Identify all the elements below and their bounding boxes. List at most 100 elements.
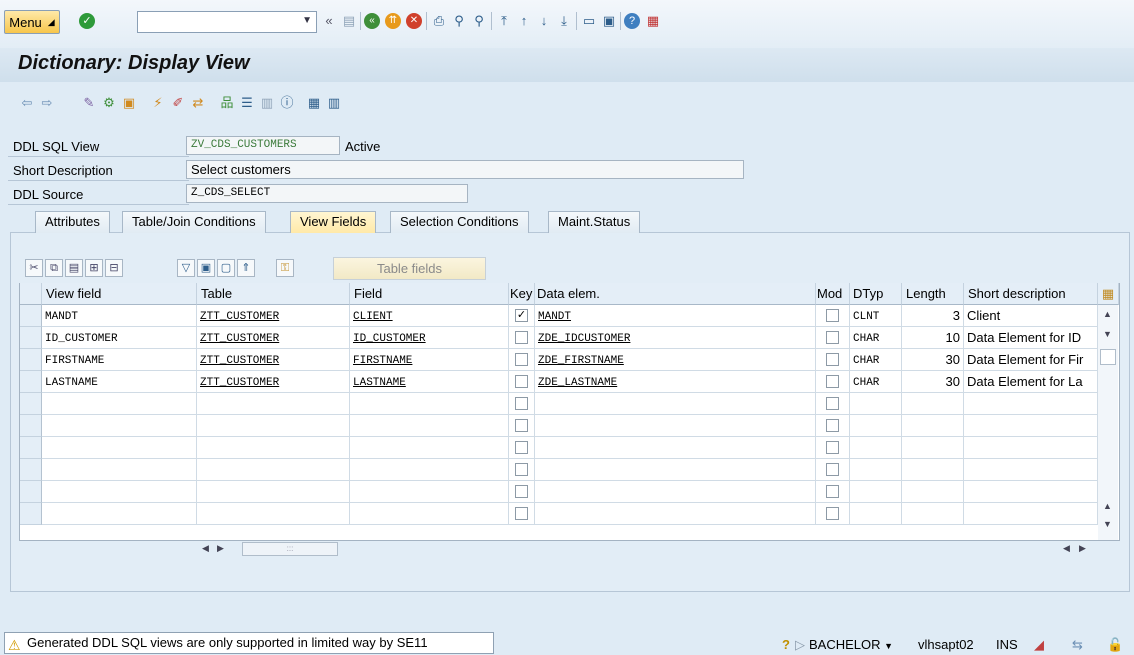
tab-maint-status[interactable]: Maint.Status xyxy=(548,211,641,233)
cell-view-field[interactable] xyxy=(42,481,197,503)
find-next-icon[interactable]: ⚲ xyxy=(470,12,488,30)
col-header-view-field[interactable]: View field xyxy=(42,283,197,305)
cell-field[interactable]: FIRSTNAME xyxy=(350,349,509,371)
back-icon[interactable]: « xyxy=(364,13,380,29)
cell-short-description[interactable] xyxy=(964,415,1098,437)
enter-check-icon[interactable]: ✓ xyxy=(79,13,95,29)
col-header-table[interactable]: Table xyxy=(197,283,350,305)
scroll-up-lower-icon[interactable]: ▲ xyxy=(1103,501,1112,511)
cell-dtyp[interactable]: CHAR xyxy=(850,327,902,349)
cell-table[interactable]: ZTT_CUSTOMER xyxy=(197,371,350,393)
vertical-scrollbar[interactable]: ▲ ▼ ▲ ▼ xyxy=(1098,305,1118,540)
cell-mod[interactable] xyxy=(816,503,850,525)
tab-attributes[interactable]: Attributes xyxy=(35,211,110,233)
short-description-field[interactable]: Select customers xyxy=(186,160,744,179)
cell-table[interactable]: ZTT_CUSTOMER xyxy=(197,349,350,371)
mod-checkbox[interactable] xyxy=(826,353,839,366)
status-message[interactable]: ⚠ Generated DDL SQL views are only suppor… xyxy=(4,632,494,654)
cell-short-description[interactable]: Client xyxy=(964,305,1098,327)
select-all-icon[interactable]: ▽ xyxy=(177,259,195,277)
cell-length[interactable]: 10 xyxy=(902,327,964,349)
cell-mod[interactable] xyxy=(816,481,850,503)
technical-settings-icon[interactable]: ▦ xyxy=(305,94,323,112)
cell-field[interactable]: ID_CUSTOMER xyxy=(350,327,509,349)
cell-table[interactable] xyxy=(197,393,350,415)
cell-key[interactable] xyxy=(509,327,535,349)
shortcut-icon[interactable]: ▣ xyxy=(600,12,618,30)
cell-dtyp[interactable]: CLNT xyxy=(850,305,902,327)
row-selector[interactable] xyxy=(20,415,42,437)
cell-mod[interactable] xyxy=(816,305,850,327)
tab-table-join-conditions[interactable]: Table/Join Conditions xyxy=(122,211,266,233)
key-checkbox[interactable] xyxy=(515,419,528,432)
table-icon[interactable]: ▥ xyxy=(258,94,276,112)
cell-short-description[interactable] xyxy=(964,481,1098,503)
cell-view-field[interactable]: ID_CUSTOMER xyxy=(42,327,197,349)
cell-view-field[interactable] xyxy=(42,437,197,459)
cell-field[interactable] xyxy=(350,415,509,437)
cell-short-description[interactable] xyxy=(964,437,1098,459)
row-selector[interactable] xyxy=(20,349,42,371)
lock-icon[interactable]: 🔓 xyxy=(1107,637,1123,653)
cell-data-elem[interactable]: ZDE_FIRSTNAME xyxy=(535,349,816,371)
cell-length[interactable]: 30 xyxy=(902,349,964,371)
cell-short-description[interactable]: Data Element for ID xyxy=(964,327,1098,349)
mod-checkbox[interactable] xyxy=(826,485,839,498)
col-header-key[interactable]: Key xyxy=(509,283,535,305)
cell-length[interactable] xyxy=(902,503,964,525)
previous-page-icon[interactable]: ↑ xyxy=(515,12,533,30)
col-header-field[interactable]: Field xyxy=(350,283,509,305)
key-checkbox[interactable]: ✓ xyxy=(515,309,528,322)
cell-key[interactable] xyxy=(509,481,535,503)
row-selector[interactable] xyxy=(20,459,42,481)
cell-dtyp[interactable]: CHAR xyxy=(850,349,902,371)
horizontal-scrollbar[interactable]: ◀ ▶ ::: ◀ ▶ xyxy=(200,541,1098,558)
cell-mod[interactable] xyxy=(816,459,850,481)
info-icon[interactable]: ⓘ xyxy=(278,94,296,112)
cell-view-field[interactable] xyxy=(42,459,197,481)
key-checkbox[interactable] xyxy=(515,507,528,520)
key-checkbox[interactable] xyxy=(515,353,528,366)
command-dropdown-icon[interactable]: ▼ xyxy=(302,15,312,26)
ddl-source-field[interactable]: Z_CDS_SELECT xyxy=(186,184,468,203)
cell-table[interactable]: ZTT_CUSTOMER xyxy=(197,327,350,349)
cell-field[interactable] xyxy=(350,437,509,459)
cell-length[interactable] xyxy=(902,415,964,437)
cell-key[interactable] xyxy=(509,503,535,525)
cell-mod[interactable] xyxy=(816,371,850,393)
cell-view-field[interactable]: MANDT xyxy=(42,305,197,327)
copy-icon[interactable]: ⧉ xyxy=(45,259,63,277)
cell-data-elem[interactable]: ZDE_LASTNAME xyxy=(535,371,816,393)
next-page-icon[interactable]: ↓ xyxy=(535,12,553,30)
row-selector[interactable] xyxy=(20,481,42,503)
key-checkbox[interactable] xyxy=(515,397,528,410)
test-icon[interactable]: ✐ xyxy=(169,94,187,112)
cell-table[interactable]: ZTT_CUSTOMER xyxy=(197,305,350,327)
key-icon[interactable]: ⚿ xyxy=(276,259,294,277)
cell-field[interactable] xyxy=(350,393,509,415)
cell-data-elem[interactable] xyxy=(535,437,816,459)
mod-checkbox[interactable] xyxy=(826,463,839,476)
key-checkbox[interactable] xyxy=(515,485,528,498)
last-page-icon[interactable]: ⤓ xyxy=(555,12,573,30)
back-arrow-icon[interactable]: ⇦ xyxy=(18,94,36,112)
cell-short-description[interactable]: Data Element for Fir xyxy=(964,349,1098,371)
cell-key[interactable] xyxy=(509,437,535,459)
vertical-scroll-thumb[interactable] xyxy=(1100,349,1116,365)
column-settings-icon[interactable]: ▦ xyxy=(1098,283,1119,305)
other-object-icon[interactable]: ⚙ xyxy=(100,94,118,112)
cell-view-field[interactable] xyxy=(42,393,197,415)
insert-row-icon[interactable]: ⊞ xyxy=(85,259,103,277)
hierarchy-icon[interactable]: 品 xyxy=(218,94,236,112)
cell-key[interactable] xyxy=(509,393,535,415)
key-checkbox[interactable] xyxy=(515,441,528,454)
table-fields-button[interactable]: Table fields xyxy=(333,257,486,280)
cell-key[interactable] xyxy=(509,415,535,437)
col-header-data-elem[interactable]: Data elem. xyxy=(535,283,816,305)
col-header-dtyp[interactable]: DTyp xyxy=(850,283,902,305)
mod-checkbox[interactable] xyxy=(826,331,839,344)
cell-mod[interactable] xyxy=(816,393,850,415)
cell-view-field[interactable] xyxy=(42,503,197,525)
deselect-icon[interactable]: ▢ xyxy=(217,259,235,277)
find-icon[interactable]: ⚲ xyxy=(450,12,468,30)
